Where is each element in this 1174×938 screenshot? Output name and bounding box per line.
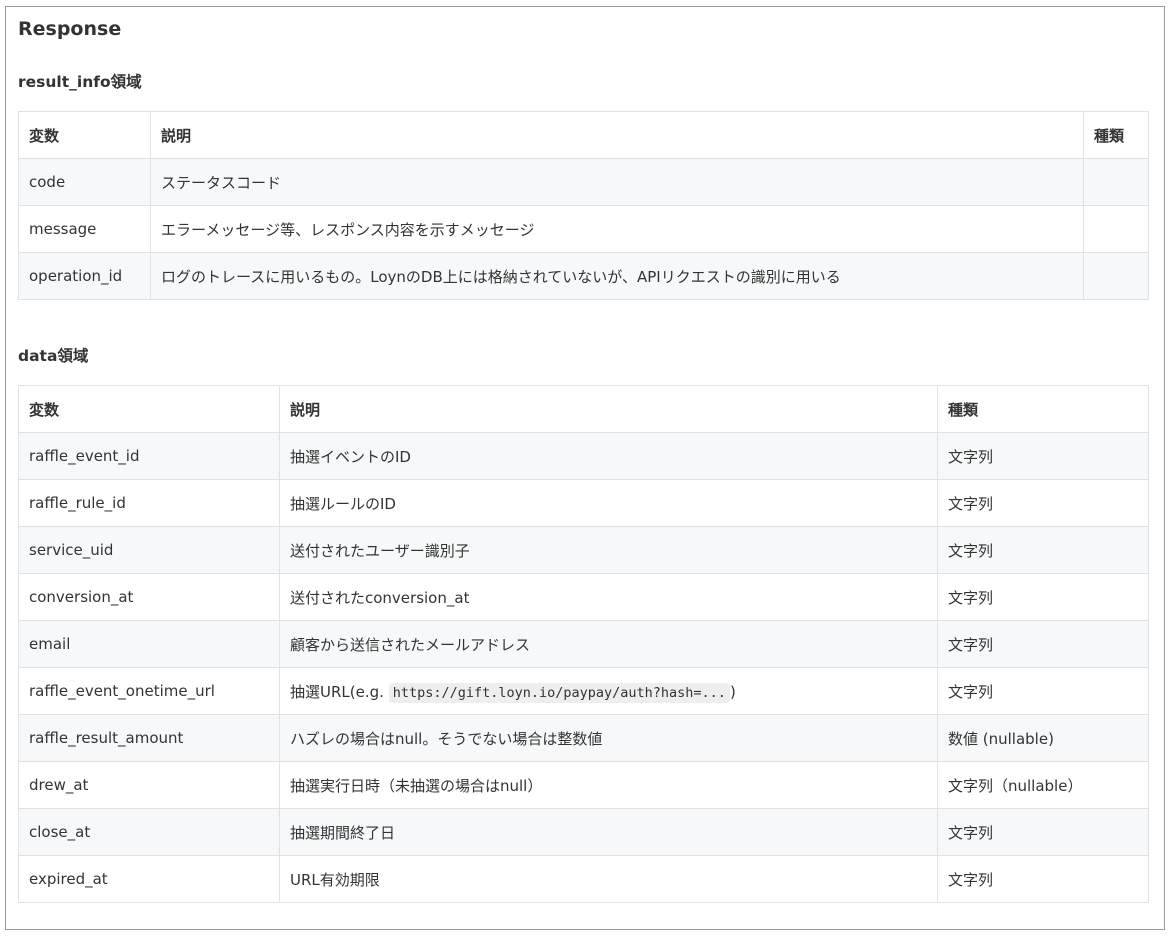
table-row: operation_id ログのトレースに用いるもの。LoynのDB上には格納さ… — [18, 252, 1149, 300]
table-row: conversion_at 送付されたconversion_at 文字列 — [18, 573, 1149, 621]
table-row: message エラーメッセージ等、レスポンス内容を示すメッセージ — [18, 205, 1149, 253]
cell-description: 送付されたユーザー識別子 — [279, 526, 938, 574]
cell-variable: expired_at — [18, 855, 280, 903]
cell-variable: raffle_event_onetime_url — [18, 667, 280, 715]
cell-variable: close_at — [18, 808, 280, 856]
cell-description: ログのトレースに用いるもの。LoynのDB上には格納されていないが、APIリクエ… — [150, 252, 1084, 300]
page-title: Response — [18, 18, 122, 40]
cell-variable: message — [18, 205, 151, 253]
table-row: service_uid 送付されたユーザー識別子 文字列 — [18, 526, 1149, 574]
cell-variable: conversion_at — [18, 573, 280, 621]
cell-type — [1083, 158, 1149, 206]
cell-description: 送付されたconversion_at — [279, 573, 938, 621]
data-heading: data領域 — [18, 347, 89, 365]
url-code: https://gift.loyn.io/paypay/auth?hash=..… — [388, 682, 730, 703]
document-frame: Response result_info領域 変数 説明 種類 code ステー… — [5, 6, 1165, 930]
cell-type: 文字列 — [937, 855, 1149, 903]
table-row: expired_at URL有効期限 文字列 — [18, 855, 1149, 903]
cell-type: 文字列 — [937, 432, 1149, 480]
result-info-heading: result_info領域 — [18, 73, 142, 91]
table-row: close_at 抽選期間終了日 文字列 — [18, 808, 1149, 856]
cell-variable: drew_at — [18, 761, 280, 809]
column-header-variable: 変数 — [18, 385, 280, 433]
cell-variable: raffle_event_id — [18, 432, 280, 480]
description-suffix: ) — [729, 682, 736, 701]
cell-variable: raffle_rule_id — [18, 479, 280, 527]
cell-description: 抽選実行日時（未抽選の場合はnull） — [279, 761, 938, 809]
table-row: raffle_event_onetime_url 抽選URL(e.g. http… — [18, 667, 1149, 715]
cell-type: 文字列 — [937, 526, 1149, 574]
cell-variable: raffle_result_amount — [18, 714, 280, 762]
cell-description: ハズレの場合はnull。そうでない場合は整数値 — [279, 714, 938, 762]
table-header-row: 変数 説明 種類 — [18, 111, 1149, 159]
cell-type: 文字列 — [937, 479, 1149, 527]
cell-type: 文字列 — [937, 667, 1149, 715]
table-row: raffle_rule_id 抽選ルールのID 文字列 — [18, 479, 1149, 527]
cell-type: 文字列（nullable） — [937, 761, 1149, 809]
table-row: drew_at 抽選実行日時（未抽選の場合はnull） 文字列（nullable… — [18, 761, 1149, 809]
cell-type — [1083, 252, 1149, 300]
cell-description: 抽選ルールのID — [279, 479, 938, 527]
table-row: email 顧客から送信されたメールアドレス 文字列 — [18, 620, 1149, 668]
cell-variable: email — [18, 620, 280, 668]
column-header-type: 種類 — [937, 385, 1149, 433]
cell-type: 数値 (nullable) — [937, 714, 1149, 762]
cell-variable: service_uid — [18, 526, 280, 574]
cell-type: 文字列 — [937, 573, 1149, 621]
cell-variable: operation_id — [18, 252, 151, 300]
table-row: code ステータスコード — [18, 158, 1149, 206]
column-header-description: 説明 — [150, 111, 1084, 159]
description-prefix: 抽選URL(e.g. — [290, 682, 384, 701]
cell-type: 文字列 — [937, 808, 1149, 856]
table-row: raffle_result_amount ハズレの場合はnull。そうでない場合… — [18, 714, 1149, 762]
cell-type: 文字列 — [937, 620, 1149, 668]
column-header-variable: 変数 — [18, 111, 151, 159]
cell-description: 抽選URL(e.g. https://gift.loyn.io/paypay/a… — [279, 667, 938, 715]
cell-description: 抽選期間終了日 — [279, 808, 938, 856]
cell-variable: code — [18, 158, 151, 206]
column-header-description: 説明 — [279, 385, 938, 433]
cell-description: 顧客から送信されたメールアドレス — [279, 620, 938, 668]
result-info-table: 変数 説明 種類 code ステータスコード message エラーメッセージ等… — [18, 111, 1149, 300]
table-header-row: 変数 説明 種類 — [18, 385, 1149, 433]
cell-description: URL有効期限 — [279, 855, 938, 903]
column-header-type: 種類 — [1083, 111, 1149, 159]
cell-type — [1083, 205, 1149, 253]
data-table: 変数 説明 種類 raffle_event_id 抽選イベントのID 文字列 r… — [18, 385, 1149, 903]
table-row: raffle_event_id 抽選イベントのID 文字列 — [18, 432, 1149, 480]
cell-description: エラーメッセージ等、レスポンス内容を示すメッセージ — [150, 205, 1084, 253]
cell-description: ステータスコード — [150, 158, 1084, 206]
cell-description: 抽選イベントのID — [279, 432, 938, 480]
